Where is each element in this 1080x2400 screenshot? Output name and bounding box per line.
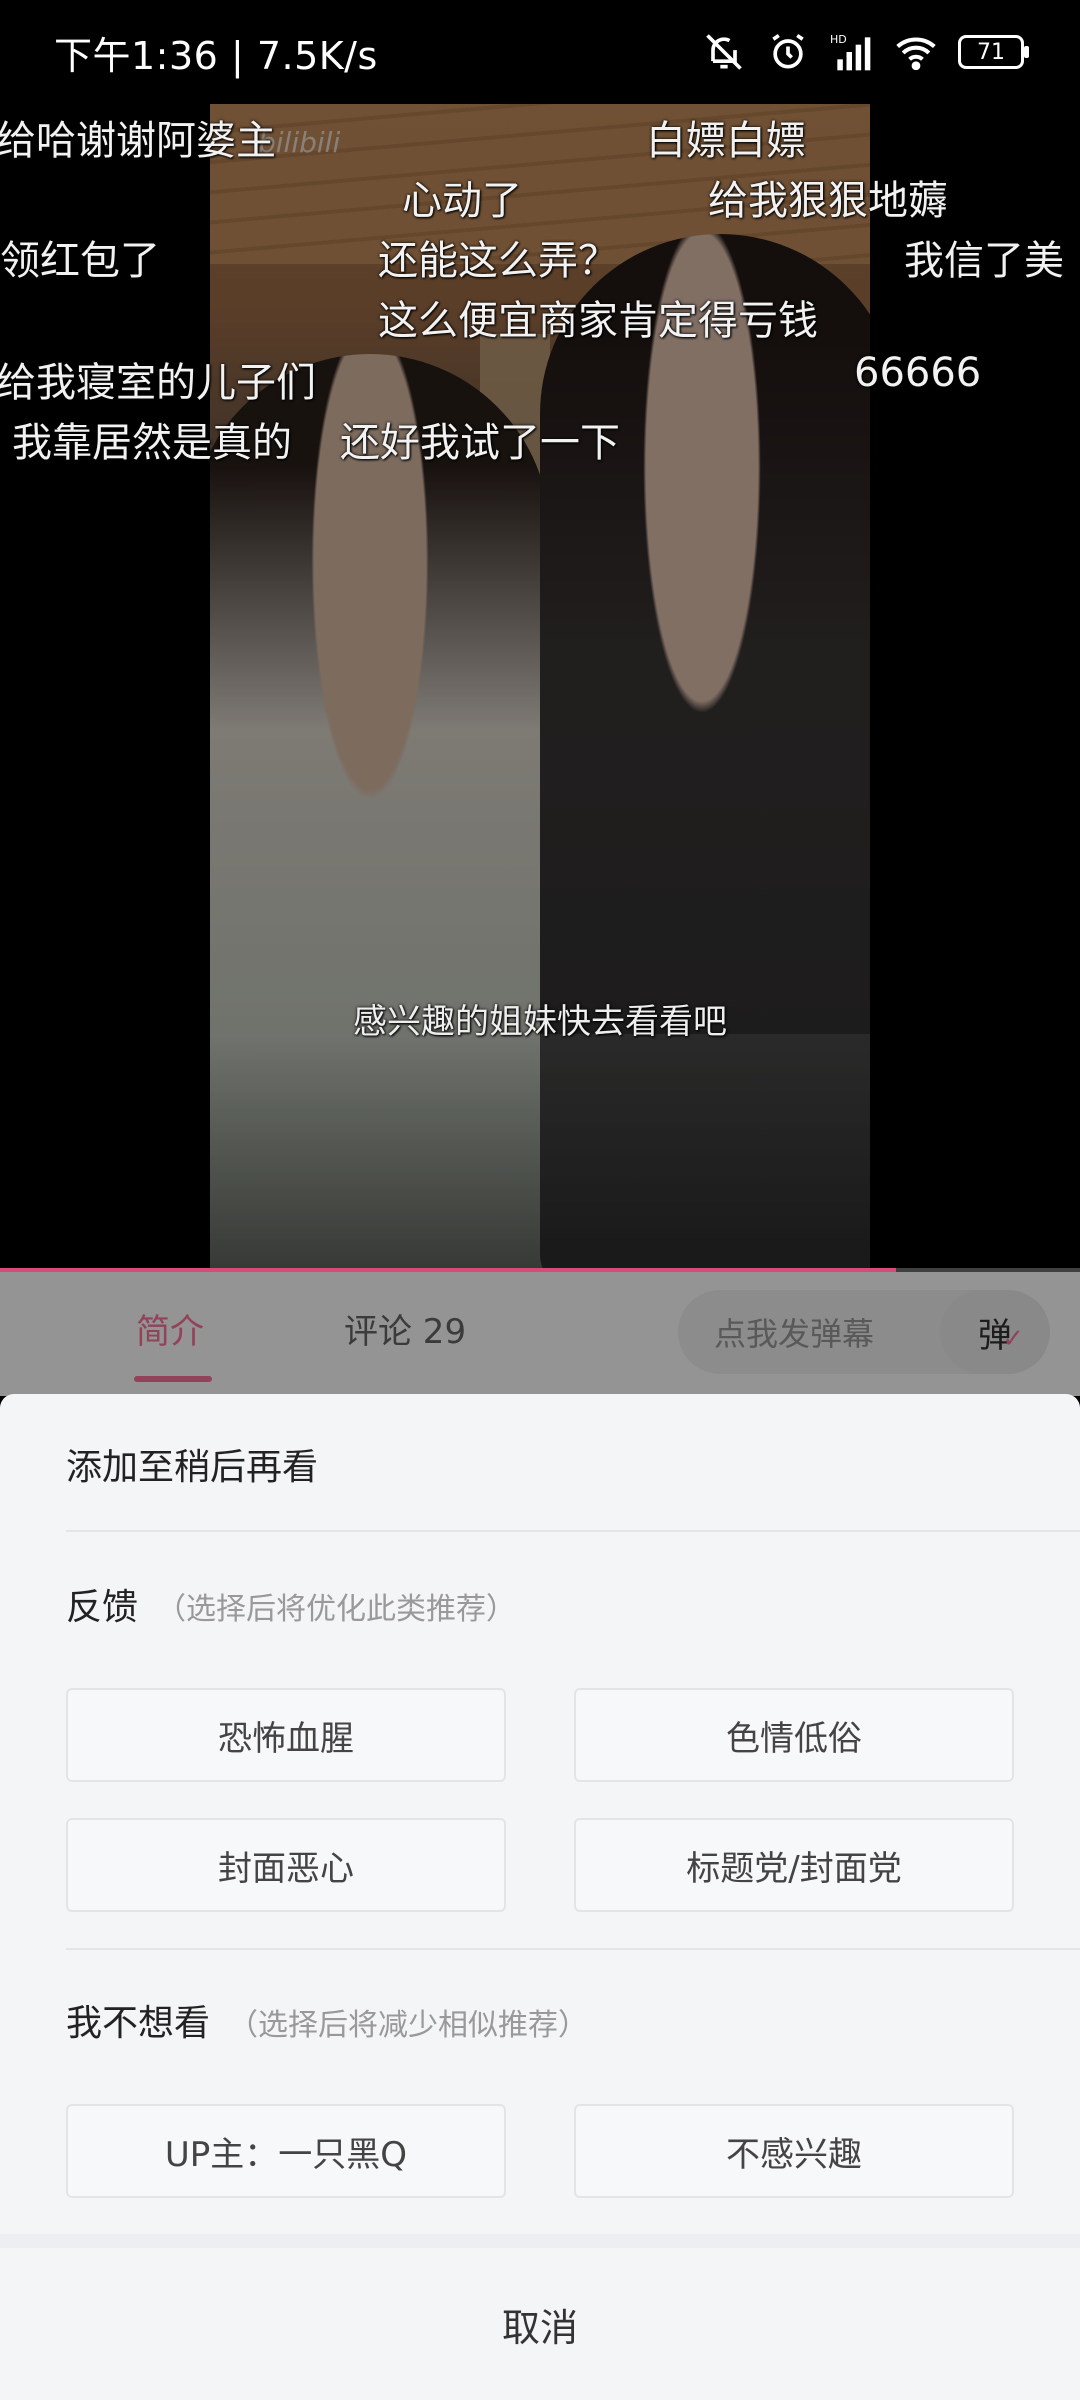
feedback-title: 反馈 [66, 1587, 139, 1628]
battery-icon: 71 [958, 35, 1029, 69]
feedback-option-cover-disgusting[interactable]: 封面恶心 [66, 1818, 506, 1912]
danmaku-item: 心动了 [402, 178, 522, 224]
wifi-icon [894, 30, 938, 74]
progress-bar[interactable] [0, 1268, 1080, 1272]
dislike-option-not-interested[interactable]: 不感兴趣 [574, 2104, 1014, 2198]
dislike-option-uploader[interactable]: UP主：一只黑Q [66, 2104, 506, 2198]
danmaku-item: 给我寝室的儿子们 [0, 360, 316, 406]
danmaku-item: 我靠居然是真的 [12, 420, 292, 466]
cancel-label: 取消 [501, 2305, 578, 2350]
danmaku-item: 还能这么弄？ [378, 238, 618, 284]
screen: 下午1:36 | 7.5K/s HD 71 bilibili 给哈谢谢阿婆主 白… [0, 0, 1080, 2400]
svg-text:HD: HD [830, 33, 847, 46]
cancel-button[interactable]: 取消 [0, 2234, 1080, 2400]
status-bar: 下午1:36 | 7.5K/s HD 71 [0, 0, 1080, 104]
danmaku-item: 我信了美 [904, 238, 1064, 284]
status-left: 下午1:36 | 7.5K/s [54, 25, 378, 80]
danmaku-item: 白嫖白嫖 [646, 118, 806, 164]
status-icons: HD 71 [702, 30, 1029, 74]
feedback-option-vulgar[interactable]: 色情低俗 [574, 1688, 1014, 1782]
progress-fill [0, 1268, 897, 1272]
dislike-section-title: 我不想看 （选择后将减少相似推荐） [66, 1994, 588, 2046]
divider [66, 1948, 1080, 1950]
hd-signal-icon: HD [830, 30, 874, 74]
danmaku-item: 这么便宜商家肯定得亏钱 [378, 298, 818, 344]
net-speed: 7.5K/s [256, 33, 378, 78]
bell-off-icon [702, 30, 746, 74]
feedback-option-clickbait[interactable]: 标题党/封面党 [574, 1818, 1014, 1912]
dislike-hint: （选择后将减少相似推荐） [228, 2008, 589, 2043]
divider [66, 1530, 1080, 1532]
feedback-hint: （选择后将优化此类推荐） [156, 1592, 517, 1627]
danmaku-item: 给我狠狠地薅 [708, 178, 948, 224]
danmaku-item: 给哈谢谢阿婆主 [0, 118, 276, 164]
dislike-title: 我不想看 [66, 2003, 211, 2044]
alarm-icon [766, 30, 810, 74]
bottom-sheet: 添加至稍后再看 反馈 （选择后将优化此类推荐） 恐怖血腥 色情低俗 封面恶心 标题… [0, 1394, 1080, 2400]
watch-later-button[interactable]: 添加至稍后再看 [66, 1438, 318, 1490]
video-subtitle: 感兴趣的姐妹快去看看吧 [353, 1002, 727, 1042]
status-separator: | [230, 33, 257, 78]
feedback-option-gore[interactable]: 恐怖血腥 [66, 1688, 506, 1782]
danmaku-item: 领红包了 [0, 238, 160, 284]
battery-level: 71 [977, 39, 1005, 65]
danmaku-item: 66666 [854, 350, 982, 396]
status-time: 下午1:36 [54, 33, 219, 78]
danmaku-item: 还好我试了一下 [340, 420, 620, 466]
feedback-section-title: 反馈 （选择后将优化此类推荐） [66, 1578, 516, 1630]
